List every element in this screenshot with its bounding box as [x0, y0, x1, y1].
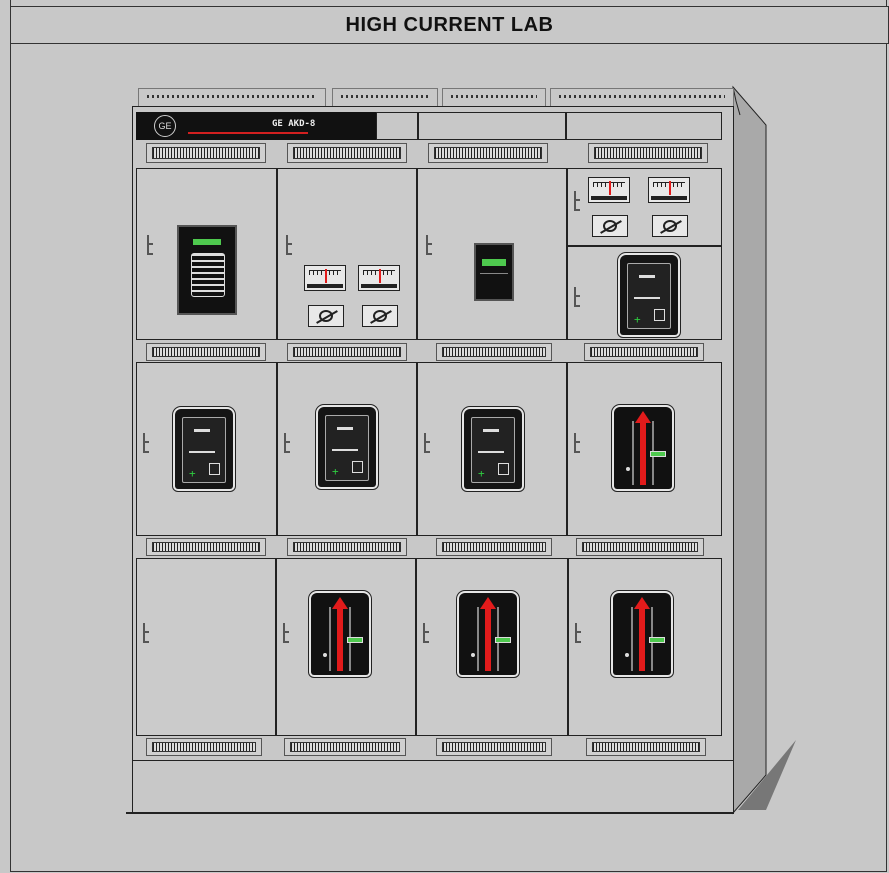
cubicle-label	[287, 143, 407, 163]
header-cell-4	[566, 112, 722, 140]
cubicle-label	[576, 538, 704, 556]
accent-line	[188, 132, 308, 134]
selector-switch-icon[interactable]	[652, 215, 688, 237]
cubicle-4-1-top[interactable]	[567, 168, 722, 246]
ammeter-icon	[304, 265, 346, 291]
meter-relay-icon[interactable]	[177, 225, 237, 315]
ammeter-icon	[588, 177, 630, 203]
cubicle-label	[146, 143, 266, 163]
cabinet-base	[132, 760, 734, 814]
top-vent-2	[332, 88, 438, 106]
cubicle-1-1[interactable]	[136, 168, 277, 340]
voltmeter-icon	[358, 265, 400, 291]
display-unit-icon[interactable]	[474, 243, 514, 301]
ge-monogram-icon: GE	[154, 115, 176, 137]
top-vent-4	[550, 88, 734, 106]
cubicle-label	[146, 538, 266, 556]
cubicle-label	[287, 538, 407, 556]
cubicle-4-3[interactable]	[568, 558, 722, 736]
window-title: HIGH CURRENT LAB	[10, 6, 889, 44]
nameplate: GE GE AKD-8	[136, 112, 376, 140]
cubicle-3-2[interactable]: +	[417, 362, 567, 536]
cubicle-label	[146, 343, 266, 361]
breaker-closed-icon[interactable]	[613, 593, 671, 675]
cubicle-label	[588, 143, 708, 163]
header-cell-3	[418, 112, 566, 140]
cubicle-label	[584, 343, 704, 361]
breaker-closed-icon[interactable]	[459, 593, 517, 675]
breaker-open-icon[interactable]: +	[175, 409, 233, 489]
voltmeter-icon	[648, 177, 690, 203]
cubicle-4-1-bottom[interactable]: +	[567, 246, 722, 340]
breaker-closed-icon[interactable]	[311, 593, 369, 675]
cubicle-label	[436, 738, 552, 756]
cubicle-3-3[interactable]	[416, 558, 568, 736]
breaker-open-icon[interactable]: +	[318, 407, 376, 487]
cubicle-label	[287, 343, 407, 361]
selector-switch-icon[interactable]	[592, 215, 628, 237]
header-cell-2	[376, 112, 418, 140]
breaker-open-icon[interactable]: +	[464, 409, 522, 489]
cubicle-1-2[interactable]: +	[136, 362, 277, 536]
cubicle-3-1[interactable]	[417, 168, 567, 340]
breaker-closed-icon[interactable]	[614, 407, 672, 489]
cubicle-4-2[interactable]	[567, 362, 722, 536]
cubicle-2-1[interactable]	[277, 168, 417, 340]
model-label: GE AKD-8	[272, 119, 316, 129]
cubicle-label	[146, 738, 262, 756]
top-vent-1	[138, 88, 326, 106]
cubicle-label	[284, 738, 406, 756]
floor-line	[126, 812, 734, 814]
cubicle-label	[436, 343, 552, 361]
cubicle-label	[436, 538, 552, 556]
top-vent-3	[442, 88, 546, 106]
selector-switch-icon[interactable]	[362, 305, 398, 327]
cubicle-label	[586, 738, 706, 756]
cubicle-2-2[interactable]: +	[277, 362, 417, 536]
cubicle-1-3[interactable]	[136, 558, 276, 736]
cubicle-2-3[interactable]	[276, 558, 416, 736]
breaker-open-icon[interactable]: +	[620, 255, 678, 335]
selector-switch-icon[interactable]	[308, 305, 344, 327]
cubicle-label	[428, 143, 548, 163]
cabinet-side-panel	[732, 85, 767, 815]
